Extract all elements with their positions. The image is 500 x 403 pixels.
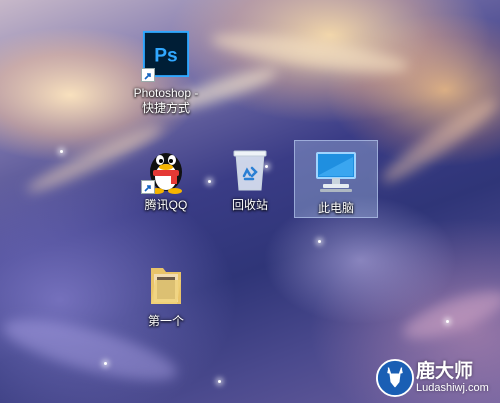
icon-label: 第一个 [147, 314, 184, 328]
shortcut-arrow-icon [141, 68, 155, 82]
icon-label: Photoshop - 快捷方式 [133, 86, 199, 115]
monitor-icon [316, 152, 356, 192]
icon-label: 腾讯QQ [144, 198, 188, 212]
shortcut-arrow-icon [141, 180, 155, 194]
watermark-logo: 鹿大师 Ludashiwj.com [376, 355, 494, 401]
desktop-icon-folder[interactable]: 第一个 [124, 254, 208, 332]
icon-label: 此电脑 [317, 201, 354, 215]
recycle-bin-icon [233, 150, 267, 191]
desktop-icon-this-pc[interactable]: 此电脑 [294, 140, 378, 218]
deer-logo-icon [376, 359, 414, 397]
watermark-title: 鹿大师 [416, 360, 474, 382]
folder-icon [151, 268, 181, 304]
desktop-icon-qq[interactable]: 腾讯QQ [124, 138, 208, 216]
svg-text:Ps: Ps [154, 46, 177, 67]
watermark-subtitle: Ludashiwj.com [416, 382, 489, 394]
desktop-icon-recycle-bin[interactable]: 回收站 [208, 138, 292, 216]
icon-label: 回收站 [231, 198, 268, 212]
desktop-icon-photoshop-shortcut[interactable]: Ps Photoshop - 快捷方式 [124, 26, 208, 122]
